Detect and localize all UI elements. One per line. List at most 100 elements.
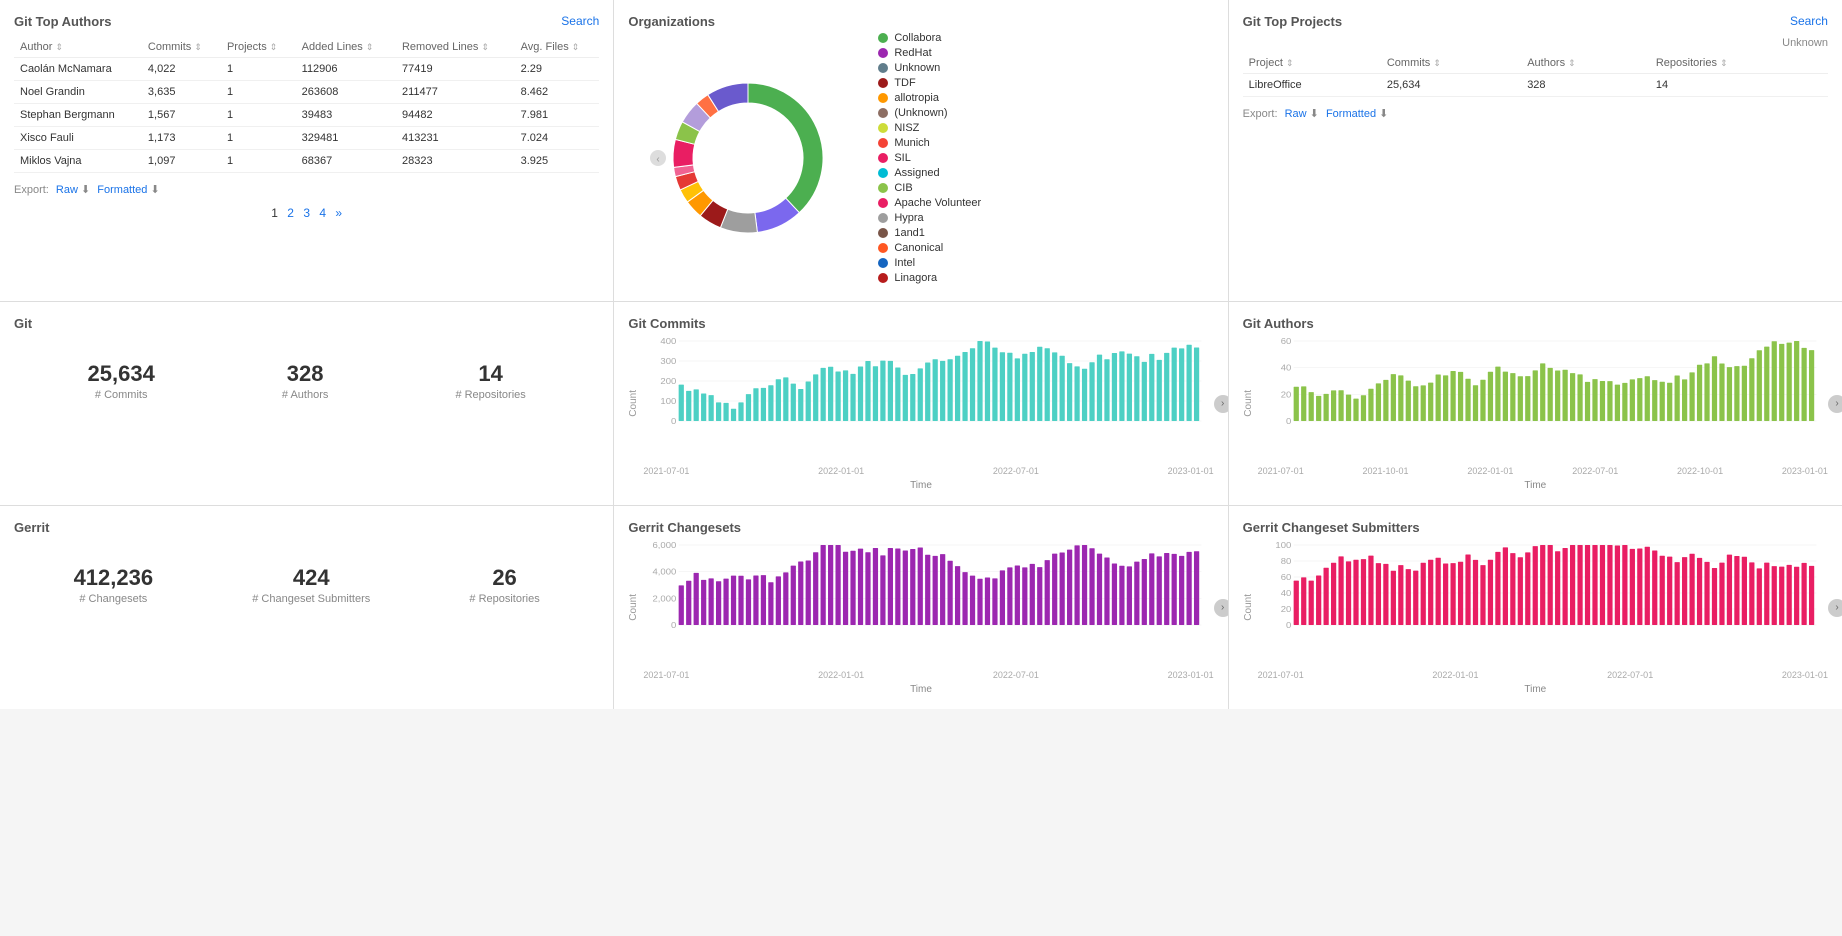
legend-item: Hypra bbox=[878, 212, 981, 224]
git-stats-panel: Git 25,634# Commits 328# Authors 14 # Repos… bbox=[0, 302, 613, 505]
authors-raw-link[interactable]: Raw bbox=[56, 184, 78, 196]
authors-pagination: 1 2 3 4 » bbox=[14, 206, 599, 220]
stat-number: 14 bbox=[455, 361, 525, 387]
legend-item: Collabora bbox=[878, 32, 981, 44]
git-commits-panel: Git Commits Count 4003002001000 2021-07-… bbox=[614, 302, 1227, 505]
gerrit-changesets-nav[interactable]: › bbox=[1214, 599, 1228, 617]
organizations-title: Organizations bbox=[628, 14, 715, 29]
svg-text:6,000: 6,000 bbox=[653, 541, 677, 550]
table-row: Stephan Bergmann1,567139483944827.981 bbox=[14, 104, 599, 127]
stat-label: # Repositories bbox=[455, 389, 525, 401]
projects-formatted-link[interactable]: Formatted bbox=[1326, 108, 1376, 120]
git-top-projects-search[interactable]: Search bbox=[1790, 14, 1828, 28]
git-commits-nav[interactable]: › bbox=[1214, 395, 1228, 413]
donut-chart: ‹ bbox=[648, 58, 868, 278]
legend-item: Linagora bbox=[878, 272, 981, 284]
svg-text:0: 0 bbox=[671, 417, 676, 426]
col-author[interactable]: Author ⇕ bbox=[14, 37, 142, 58]
svg-text:40: 40 bbox=[1280, 363, 1291, 372]
proj-col-commits[interactable]: Commits ⇕ bbox=[1381, 53, 1521, 74]
git-commits-y-label: Count bbox=[628, 390, 639, 417]
organizations-panel: Organizations ‹ CollaboraRedHatUnknownTD… bbox=[614, 0, 1227, 301]
page-next[interactable]: » bbox=[335, 206, 342, 220]
stat-number: 328 bbox=[282, 361, 328, 387]
git-top-projects-title: Git Top Projects bbox=[1243, 14, 1342, 29]
page-2[interactable]: 2 bbox=[287, 206, 294, 220]
col-avg-files[interactable]: Avg. Files ⇕ bbox=[515, 37, 600, 58]
git-authors-title: Git Authors bbox=[1243, 316, 1314, 331]
gerrit-submitters-title: Gerrit Changeset Submitters bbox=[1243, 520, 1420, 535]
legend-item: Intel bbox=[878, 257, 981, 269]
gerrit-submitters-x-label: Time bbox=[1243, 684, 1828, 695]
legend-item: CIB bbox=[878, 182, 981, 194]
stat-item: 328# Authors bbox=[282, 361, 328, 401]
gerrit-changesets-panel: Gerrit Changesets Count 6,0004,0002,0000… bbox=[614, 506, 1227, 709]
legend-item: 1and1 bbox=[878, 227, 981, 239]
stat-item: 25,634# Commits bbox=[88, 361, 155, 401]
projects-raw-link[interactable]: Raw bbox=[1285, 108, 1307, 120]
gerrit-submitters-panel: Gerrit Changeset Submitters Count 100806… bbox=[1229, 506, 1842, 709]
col-projects[interactable]: Projects ⇕ bbox=[221, 37, 296, 58]
svg-text:20: 20 bbox=[1280, 605, 1291, 614]
git-authors-panel: Git Authors Count 6040200 2021-07-012021… bbox=[1229, 302, 1842, 505]
stat-number: 424 bbox=[252, 565, 370, 591]
gerrit-stats-panel: Gerrit 412,236# Changesets424# Changeset… bbox=[0, 506, 613, 709]
col-commits[interactable]: Commits ⇕ bbox=[142, 37, 221, 58]
gerrit-changesets-x-ticks: 2021-07-012022-01-012022-07-012023-01-01 bbox=[643, 670, 1213, 680]
proj-col-authors[interactable]: Authors ⇕ bbox=[1521, 53, 1650, 74]
git-title: Git bbox=[14, 316, 32, 331]
legend-item: Unknown bbox=[878, 62, 981, 74]
git-top-authors-title: Git Top Authors bbox=[14, 14, 111, 29]
legend-item: TDF bbox=[878, 77, 981, 89]
git-authors-nav[interactable]: › bbox=[1828, 395, 1842, 413]
stat-item: 26 # Repositories bbox=[469, 565, 539, 605]
svg-text:0: 0 bbox=[671, 621, 676, 630]
svg-text:60: 60 bbox=[1280, 337, 1291, 346]
svg-text:200: 200 bbox=[661, 377, 677, 386]
svg-text:100: 100 bbox=[1275, 541, 1291, 550]
gerrit-changesets-title: Gerrit Changesets bbox=[628, 520, 741, 535]
git-stats-row: 25,634# Commits 328# Authors 14 # Repositor… bbox=[14, 331, 599, 411]
col-removed-lines[interactable]: Removed Lines ⇕ bbox=[396, 37, 515, 58]
gerrit-submitters-nav[interactable]: › bbox=[1828, 599, 1842, 617]
svg-text:60: 60 bbox=[1280, 573, 1291, 582]
git-top-projects-panel: Git Top Projects Search Unknown Project … bbox=[1229, 0, 1842, 301]
stat-label: # Commits bbox=[88, 389, 155, 401]
table-row: LibreOffice25,63432814 bbox=[1243, 74, 1828, 97]
git-top-authors-search[interactable]: Search bbox=[561, 14, 599, 28]
stat-label: # Changesets bbox=[74, 593, 154, 605]
git-top-authors-panel: Git Top Authors Search Author ⇕ Commits … bbox=[0, 0, 613, 301]
unknown-label: Unknown bbox=[1782, 37, 1828, 49]
authors-table: Author ⇕ Commits ⇕ Projects ⇕ Added Line… bbox=[14, 37, 599, 173]
svg-text:4,000: 4,000 bbox=[653, 567, 677, 576]
svg-text:400: 400 bbox=[661, 337, 677, 346]
table-row: Miklos Vajna1,097168367283233.925 bbox=[14, 150, 599, 173]
proj-col-project[interactable]: Project ⇕ bbox=[1243, 53, 1381, 74]
table-row: Caolán McNamara4,0221112906774192.29 bbox=[14, 58, 599, 81]
git-commits-x-label: Time bbox=[628, 480, 1213, 491]
col-added-lines[interactable]: Added Lines ⇕ bbox=[296, 37, 396, 58]
legend-item: Munich bbox=[878, 137, 981, 149]
svg-text:300: 300 bbox=[661, 357, 677, 366]
svg-text:20: 20 bbox=[1280, 390, 1291, 399]
stat-number: 412,236 bbox=[74, 565, 154, 591]
stat-label: # Changeset Submitters bbox=[252, 593, 370, 605]
legend-item: Canonical bbox=[878, 242, 981, 254]
page-1[interactable]: 1 bbox=[271, 206, 278, 220]
git-commits-title: Git Commits bbox=[628, 316, 705, 331]
svg-text:‹: ‹ bbox=[657, 154, 660, 165]
stat-label: # Repositories bbox=[469, 593, 539, 605]
stat-item: 14 # Repositories bbox=[455, 361, 525, 401]
git-authors-x-ticks: 2021-07-012021-10-012022-01-012022-07-01… bbox=[1258, 466, 1828, 476]
gerrit-stats-row: 412,236 # Changesets 424 # Changeset Submit… bbox=[14, 535, 599, 615]
authors-formatted-link[interactable]: Formatted bbox=[97, 184, 147, 196]
legend-item: SIL bbox=[878, 152, 981, 164]
projects-export: Export: Raw ⬇ Formatted ⬇ bbox=[1243, 107, 1828, 120]
proj-col-repos[interactable]: Repositories ⇕ bbox=[1650, 53, 1828, 74]
svg-text:0: 0 bbox=[1286, 417, 1291, 426]
gerrit-changesets-y-label: Count bbox=[628, 594, 639, 621]
page-4[interactable]: 4 bbox=[319, 206, 326, 220]
stat-number: 26 bbox=[469, 565, 539, 591]
page-3[interactable]: 3 bbox=[303, 206, 310, 220]
legend-item: allotropia bbox=[878, 92, 981, 104]
